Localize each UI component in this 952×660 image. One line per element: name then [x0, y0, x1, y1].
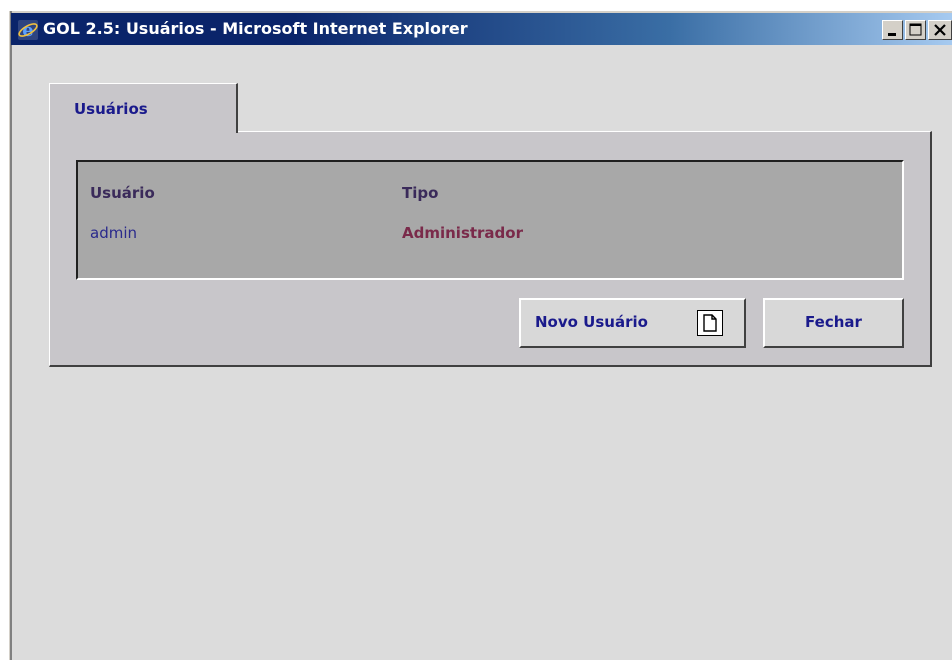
users-table: Usuário Tipo admin Administrador	[76, 160, 904, 280]
window-title: GOL 2.5: Usuários - Microsoft Internet E…	[43, 19, 468, 38]
minimize-icon	[888, 33, 896, 36]
type-cell[interactable]: Administrador	[402, 224, 523, 242]
close-page-button[interactable]: Fechar	[763, 298, 904, 348]
minimize-button[interactable]	[882, 20, 903, 40]
page-content: Usuários Usuário Tipo admin Administrado…	[12, 45, 952, 660]
close-button[interactable]	[928, 20, 952, 40]
column-header-tipo: Tipo	[402, 184, 439, 202]
title-bar[interactable]: e GOL 2.5: Usuários - Microsoft Internet…	[11, 13, 952, 45]
maximize-icon	[909, 23, 922, 36]
svg-text:e: e	[22, 20, 33, 41]
new-user-button[interactable]: Novo Usuário	[519, 298, 746, 348]
new-document-icon	[697, 310, 723, 336]
maximize-button[interactable]	[905, 20, 926, 40]
ie-icon: e	[17, 19, 39, 41]
new-user-label: Novo Usuário	[535, 313, 648, 331]
user-cell[interactable]: admin	[90, 224, 137, 242]
tab-panel: Usuário Tipo admin Administrador Novo Us…	[49, 131, 932, 367]
close-icon	[934, 24, 946, 36]
tab-usuarios[interactable]: Usuários	[49, 83, 238, 133]
column-header-usuario: Usuário	[90, 184, 155, 202]
browser-window: e GOL 2.5: Usuários - Microsoft Internet…	[8, 10, 952, 660]
tab-label: Usuários	[74, 100, 148, 118]
close-page-label: Fechar	[805, 313, 862, 331]
